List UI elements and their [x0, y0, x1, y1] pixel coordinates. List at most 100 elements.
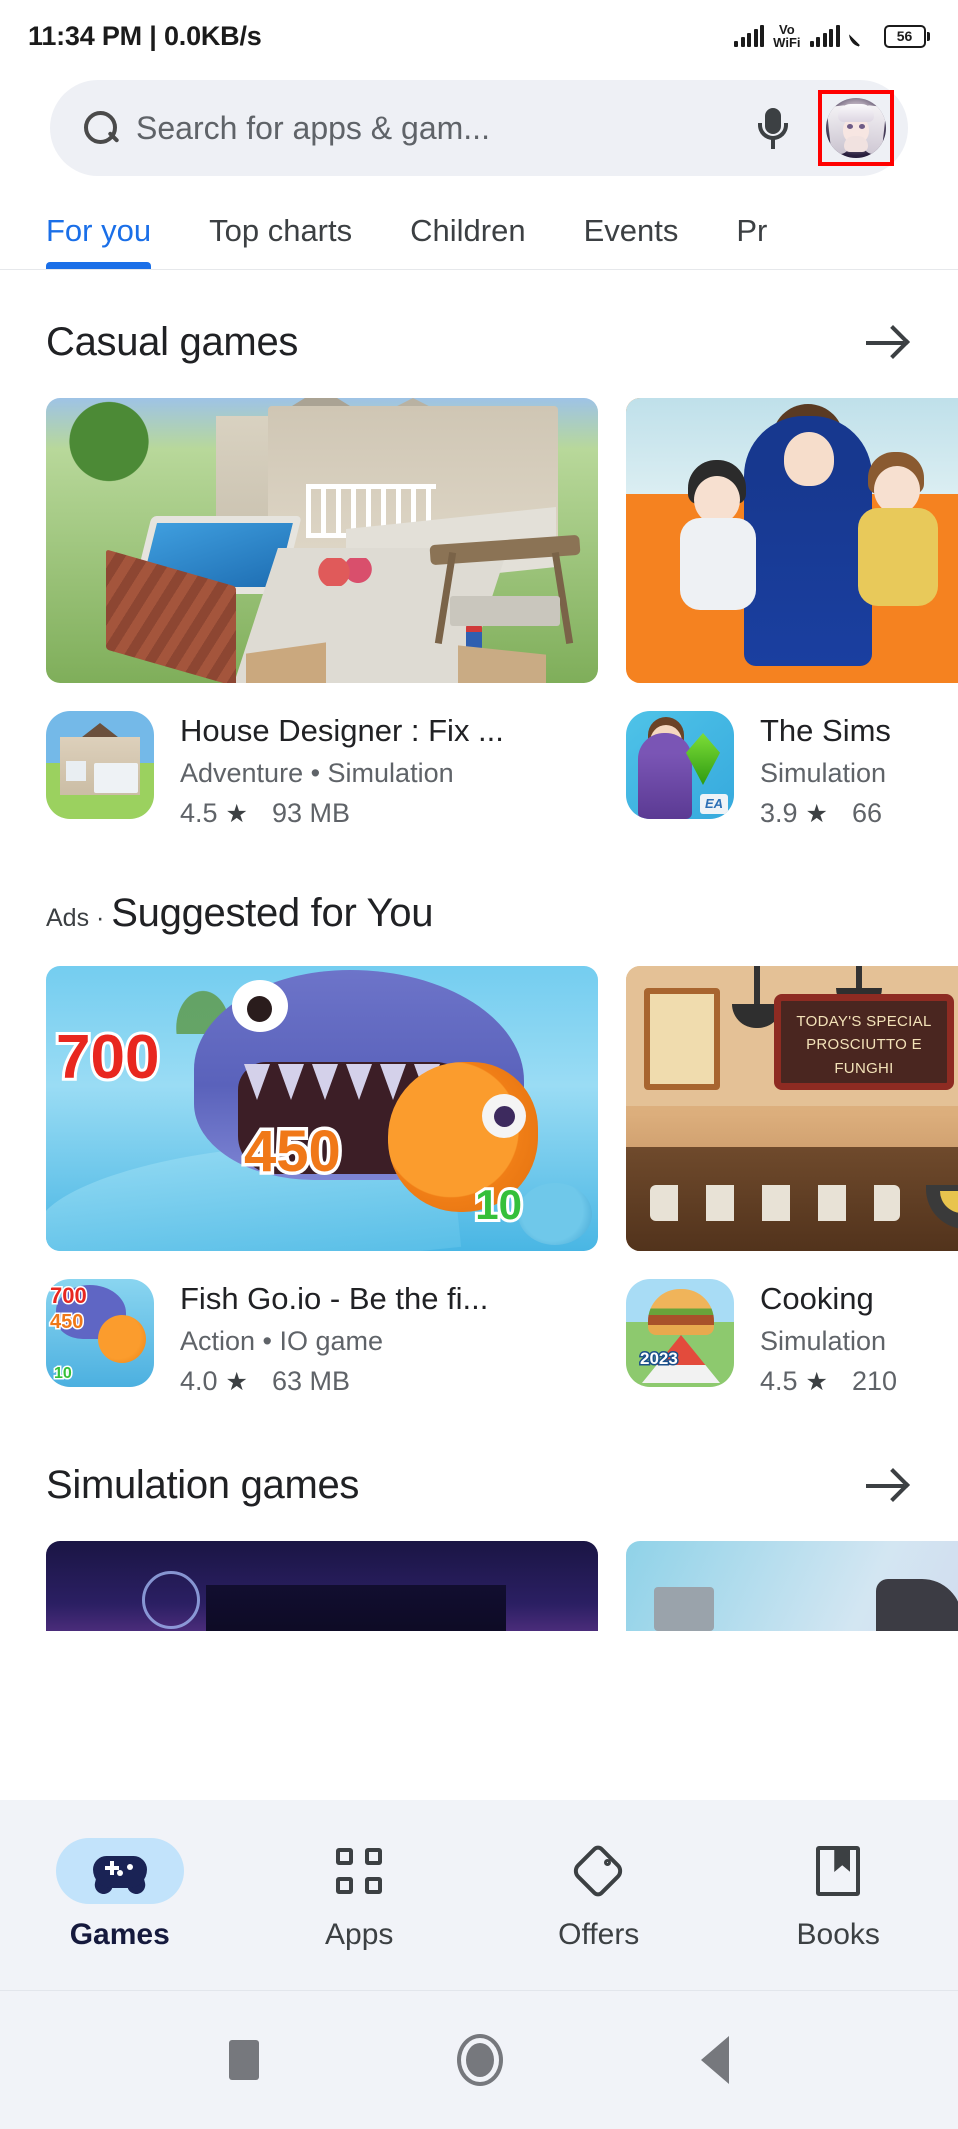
- banner-score-10: 10: [472, 1178, 525, 1231]
- search-input[interactable]: [136, 109, 734, 147]
- search-icon: [80, 108, 120, 148]
- app-icon-fish-go[interactable]: 700 450 10: [46, 1279, 154, 1387]
- app-size-the-sims: 66: [851, 798, 883, 828]
- tab-top-charts[interactable]: Top charts: [209, 213, 386, 269]
- app-size-house-designer: 93 MB: [271, 798, 351, 828]
- tab-events[interactable]: Events: [584, 213, 713, 269]
- app-icon-cooking[interactable]: 2023: [626, 1279, 734, 1387]
- banner-special-board: TODAY'S SPECIAL PROSCIUTTO E FUNGHI: [774, 994, 954, 1090]
- bottom-nav-item-games[interactable]: Games: [0, 1838, 240, 1952]
- banner-score-700: 700: [53, 1020, 162, 1095]
- avatar[interactable]: [826, 98, 886, 158]
- volte-wifi-icon: Vo WiFi: [773, 23, 800, 49]
- profile-avatar-highlight[interactable]: [818, 90, 894, 166]
- circle-icon[interactable]: [457, 2034, 503, 2086]
- search-bar[interactable]: [50, 80, 908, 176]
- app-name-the-sims: The Sims: [760, 713, 891, 748]
- section-header-simulation-games: Simulation games: [0, 1397, 958, 1511]
- app-banner-house-designer[interactable]: [46, 398, 598, 683]
- wifi-icon: [849, 25, 875, 47]
- status-bar-left: 11:34 PM | 0.0KB/s: [28, 21, 262, 52]
- icon-year-label: 2023: [639, 1348, 680, 1370]
- status-bar: 11:34 PM | 0.0KB/s Vo WiFi 56: [0, 0, 958, 72]
- icon-score-10: 10: [53, 1364, 74, 1384]
- arrow-right-icon-casual-games[interactable]: [860, 316, 912, 368]
- star-icon: ★: [225, 799, 248, 828]
- app-icon-the-sims[interactable]: EA: [626, 711, 734, 819]
- app-category-house-designer: Adventure • Simulation: [180, 758, 454, 788]
- banner-score-450: 450: [241, 1116, 345, 1188]
- app-size-cooking: 210: [851, 1366, 898, 1396]
- app-stats-cooking: 4.5 ★ 210: [760, 1366, 897, 1397]
- bottom-nav-label-offers: Offers: [558, 1918, 640, 1951]
- board-line-2: PROSCIUTTO E: [806, 1036, 922, 1054]
- board-line-3: FUNGHI: [834, 1059, 894, 1077]
- app-rating-the-sims: 3.9: [760, 798, 798, 828]
- app-stats-house-designer: 4.5 ★ 93 MB: [180, 798, 504, 829]
- bottom-nav-label-books: Books: [796, 1918, 880, 1951]
- bottom-nav-label-games: Games: [69, 1918, 170, 1951]
- square-icon[interactable]: [229, 2040, 259, 2080]
- app-icon-house-designer[interactable]: [46, 711, 154, 819]
- bottom-nav-label-apps: Apps: [325, 1918, 394, 1951]
- status-bar-right: Vo WiFi 56: [734, 23, 930, 49]
- ads-label: Ads ·: [46, 904, 112, 932]
- app-banner-fish-go[interactable]: 700 450 10: [46, 966, 598, 1251]
- app-banner-cooking[interactable]: TODAY'S SPECIAL PROSCIUTTO E FUNGHI: [626, 966, 958, 1251]
- search-bar-container: [0, 72, 958, 176]
- signal-bars-icon-2: [809, 25, 840, 47]
- app-rating-fish-go: 4.0: [180, 1366, 218, 1396]
- gamepad-icon-pill: [55, 1838, 184, 1904]
- grid-icon-pill: [295, 1838, 423, 1904]
- cards-row-simulation-games: [0, 1511, 958, 1631]
- icon-score-450: 450: [48, 1310, 84, 1335]
- app-stats-the-sims: 3.9 ★ 66: [760, 798, 891, 829]
- bottom-nav-item-apps[interactable]: Apps: [240, 1838, 480, 1952]
- icon-score-700: 700: [49, 1282, 89, 1310]
- status-network-speed: 0.0KB/s: [163, 20, 262, 51]
- grid-icon: [336, 1848, 383, 1894]
- category-tabs: For you Top charts Children Events Pr: [0, 176, 958, 270]
- play-store-screen: 11:34 PM | 0.0KB/s Vo WiFi 56 Search for…: [0, 0, 958, 2129]
- bottom-navigation-bar: Games Apps Offers Books: [0, 1800, 958, 1990]
- app-banner-simulation-2[interactable]: [626, 1541, 958, 1631]
- app-rating-house-designer: 4.5: [180, 798, 218, 828]
- ea-logo: EA: [700, 794, 728, 814]
- suggested-title-text: Suggested for You: [111, 891, 434, 935]
- volte-label-bottom: WiFi: [773, 35, 801, 50]
- book-icon: [816, 1846, 861, 1896]
- tab-for-you[interactable]: For you: [46, 213, 185, 269]
- section-header-casual-games: Casual games: [0, 270, 958, 368]
- bottom-nav-item-books[interactable]: Books: [719, 1838, 958, 1952]
- cards-row-suggested: 700 450 10 700 450 10 Fish Go.io - Be th…: [0, 936, 958, 1397]
- triangle-icon[interactable]: [701, 2036, 729, 2084]
- arrow-right-icon-simulation-games[interactable]: [860, 1459, 912, 1511]
- app-banner-the-sims[interactable]: CR you: [626, 398, 958, 683]
- battery-icon: 56: [883, 24, 930, 48]
- star-icon: ★: [225, 1367, 248, 1396]
- app-banner-simulation-1[interactable]: [46, 1541, 598, 1631]
- app-category-cooking: Simulation: [760, 1326, 887, 1356]
- star-icon: ★: [805, 799, 828, 828]
- android-system-navigation: [0, 1990, 958, 2129]
- bottom-nav-item-offers[interactable]: Offers: [479, 1838, 719, 1952]
- microphone-icon[interactable]: [750, 103, 796, 153]
- content-scroll-area[interactable]: Casual games House Designer: Fix ... Ad…: [0, 270, 958, 1744]
- app-card-the-sims[interactable]: CR you EA The Sims Simulation 3.9 ★: [626, 398, 958, 829]
- app-info-the-sims: EA The Sims Simulation 3.9 ★ 66: [626, 711, 958, 829]
- app-card-cooking[interactable]: TODAY'S SPECIAL PROSCIUTTO E FUNGHI 2023: [626, 966, 958, 1397]
- tab-children[interactable]: Children: [410, 213, 559, 269]
- section-header-suggested: Ads · Suggested for You: [0, 829, 958, 936]
- tag-icon-pill: [535, 1838, 663, 1904]
- app-name-house-designer: House Designer : Fix ...: [180, 713, 504, 748]
- gamepad-icon: [92, 1850, 147, 1896]
- app-info-fish-go: 700 450 10 Fish Go.io - Be the fi... Act…: [46, 1279, 598, 1397]
- app-card-house-designer[interactable]: House Designer : Fix ... Adventure • Sim…: [46, 398, 598, 829]
- section-title-simulation-games: Simulation games: [46, 1462, 360, 1507]
- tab-premium[interactable]: Pr: [736, 213, 801, 269]
- app-category-the-sims: Simulation: [760, 758, 887, 788]
- book-icon-pill: [774, 1838, 902, 1904]
- status-time: 11:34 PM: [28, 20, 142, 51]
- app-card-fish-go[interactable]: 700 450 10 700 450 10 Fish Go.io - Be th…: [46, 966, 598, 1397]
- app-size-fish-go: 63 MB: [271, 1366, 351, 1396]
